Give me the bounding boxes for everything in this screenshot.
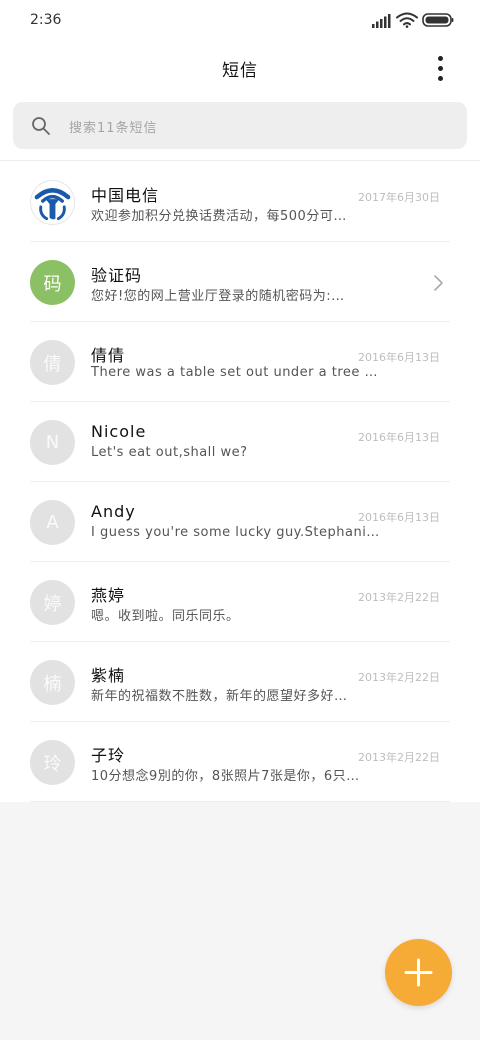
signal-icon (372, 14, 391, 28)
page-title: 短信 (222, 61, 258, 81)
conversation-item[interactable]: N Nicole Let's eat out,shall we? 2016年6月… (0, 402, 480, 482)
conversation-item[interactable]: 倩 倩倩 There was a table set out under a t… (0, 322, 480, 402)
message-preview: 嗯。收到啦。同乐同乐。 (91, 609, 240, 624)
avatar: 倩 (30, 340, 75, 385)
message-preview: I guess you're some lucky guy.Stephani… (91, 525, 380, 540)
search-bar[interactable]: 搜索11条短信 (13, 102, 467, 149)
message-preview: Let's eat out,shall we? (91, 445, 248, 460)
avatar: 玲 (30, 740, 75, 785)
message-date: 2016年6月13日 (358, 511, 440, 524)
conversation-item[interactable]: 中国电信 欢迎参加积分兑换话费活动，每500分可… 2017年6月30日 (0, 162, 480, 242)
conversation-item[interactable]: 玲 子玲 10分想念9別的你，8张照片7张是你，6只… 2013年2月22日 (0, 722, 480, 802)
plus-icon (404, 958, 433, 987)
contact-name: 紫楠 (91, 666, 126, 685)
search-input[interactable]: 搜索11条短信 (69, 117, 158, 136)
status-bar: 2:36 (0, 0, 480, 40)
row-divider (30, 801, 450, 802)
contact-name: 倩倩 (91, 346, 126, 365)
contact-name: 子玲 (91, 746, 126, 765)
conversation-item[interactable]: 楠 紫楠 新年的祝福数不胜数，新年的愿望好多好… 2013年2月22日 (0, 642, 480, 722)
message-date: 2016年6月13日 (358, 431, 440, 444)
search-icon (32, 117, 50, 135)
messages-screen: 2:36 短信 搜索11条短信 中国电信 欢迎参加积分兑换话费活动，每500分可… (0, 0, 480, 1040)
contact-name: 燕婷 (91, 586, 126, 605)
contact-name: 验证码 (91, 266, 143, 285)
new-message-button[interactable] (385, 939, 452, 1006)
header: 短信 (0, 44, 480, 92)
message-preview: 10分想念9別的你，8张照片7张是你，6只… (91, 769, 360, 784)
status-time: 2:36 (30, 12, 62, 28)
more-options-button[interactable] (426, 52, 454, 84)
contact-name: Nicole (91, 422, 147, 441)
avatar: N (30, 420, 75, 465)
conversation-item[interactable]: 婷 燕婷 嗯。收到啦。同乐同乐。 2013年2月22日 (0, 562, 480, 642)
avatar: 码 (30, 260, 75, 305)
message-date: 2013年2月22日 (358, 751, 440, 764)
china-telecom-logo (30, 180, 75, 225)
message-date: 2013年2月22日 (358, 591, 440, 604)
avatar: 楠 (30, 660, 75, 705)
message-preview: There was a table set out under a tree … (91, 365, 379, 380)
wifi-icon (396, 12, 418, 28)
contact-name: Andy (91, 502, 136, 521)
message-date: 2013年2月22日 (358, 671, 440, 684)
message-date: 2016年6月13日 (358, 351, 440, 364)
avatar: 婷 (30, 580, 75, 625)
divider (0, 160, 480, 161)
more-vert-icon (437, 55, 443, 61)
telecom-logo-icon (34, 187, 71, 220)
contact-name: 中国电信 (91, 186, 160, 205)
message-preview: 欢迎参加积分兑换话费活动，每500分可… (91, 209, 347, 224)
avatar: A (30, 500, 75, 545)
conversation-item[interactable]: 码 验证码 您好!您的网上营业厅登录的随机密码为:… (0, 242, 480, 322)
message-preview: 新年的祝福数不胜数，新年的愿望好多好… (91, 689, 348, 704)
chevron-right-icon[interactable] (432, 274, 444, 292)
conversation-item[interactable]: A Andy I guess you're some lucky guy.Ste… (0, 482, 480, 562)
message-preview: 您好!您的网上营业厅登录的随机密码为:… (91, 289, 345, 304)
message-date: 2017年6月30日 (358, 191, 440, 204)
battery-icon (422, 13, 454, 27)
